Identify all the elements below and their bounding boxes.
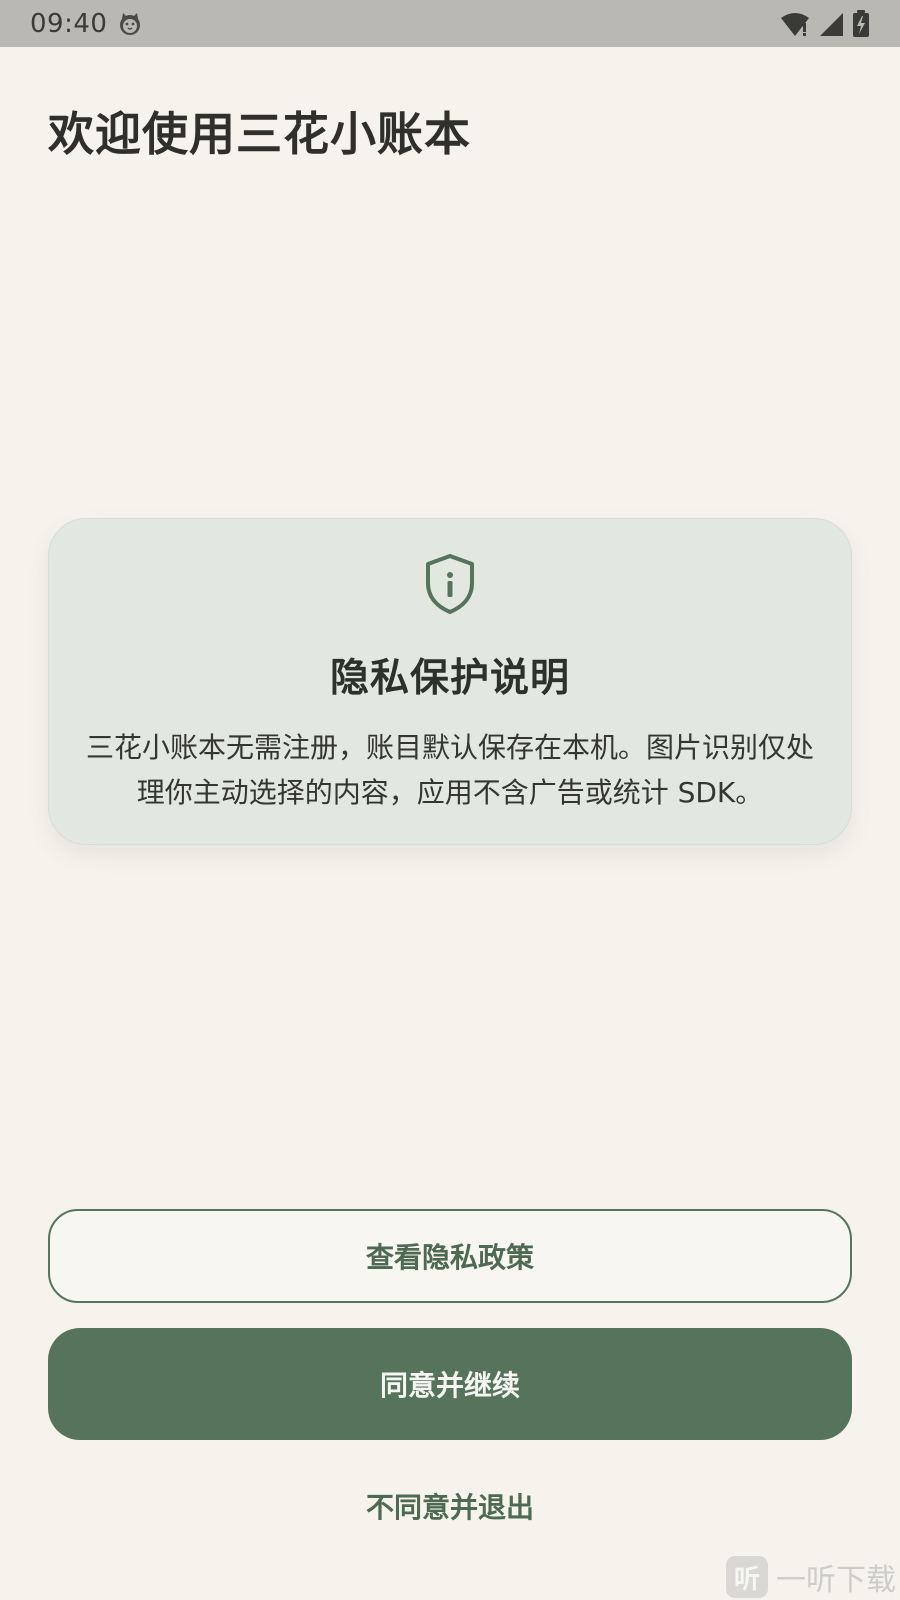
- welcome-privacy-screen: 09:40 欢迎使用三花小账本 隐私保护说明 三花小账本无需注册，账目默认保存在…: [0, 0, 900, 1600]
- view-privacy-policy-button[interactable]: 查看隐私政策: [48, 1209, 852, 1303]
- battery-charging-icon: [852, 9, 870, 38]
- privacy-info-card: 隐私保护说明 三花小账本无需注册，账目默认保存在本机。图片识别仅处理你主动选择的…: [48, 518, 852, 845]
- status-bar: 09:40: [0, 0, 900, 47]
- watermark-text: 一听下载: [776, 1563, 896, 1598]
- card-body: 三花小账本无需注册，账目默认保存在本机。图片识别仅处理你主动选择的内容，应用不含…: [85, 731, 814, 809]
- signal-icon: [818, 11, 844, 37]
- watermark: 听 一听下载: [726, 1556, 896, 1598]
- disagree-exit-button[interactable]: 不同意并退出: [48, 1476, 852, 1536]
- wifi-icon: [780, 11, 810, 37]
- page-title: 欢迎使用三花小账本: [48, 107, 471, 161]
- status-right: [780, 9, 870, 38]
- agree-continue-button[interactable]: 同意并继续: [48, 1328, 852, 1440]
- cat-notification-icon: [117, 11, 143, 37]
- shield-info-icon: [424, 519, 476, 619]
- watermark-logo: 听: [726, 1556, 768, 1598]
- card-title: 隐私保护说明: [329, 656, 570, 701]
- status-left: 09:40: [30, 9, 143, 39]
- status-time: 09:40: [30, 8, 108, 39]
